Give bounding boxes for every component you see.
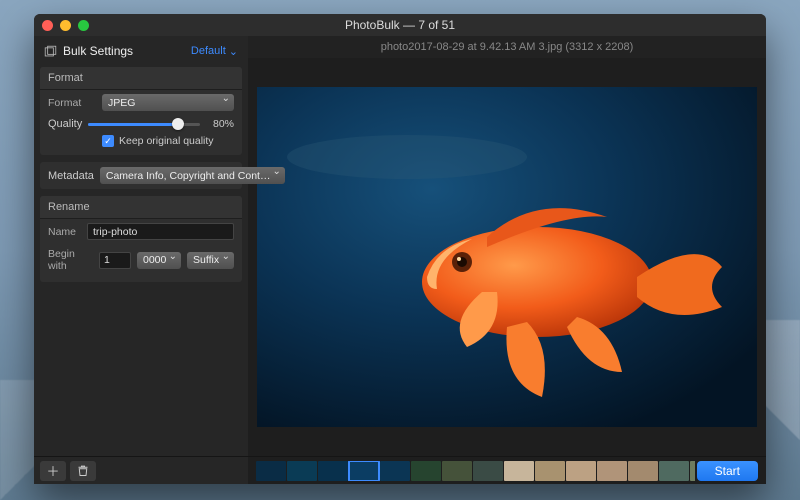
quality-slider[interactable] xyxy=(88,117,200,131)
thumbnail[interactable] xyxy=(566,461,596,481)
quality-value: 80% xyxy=(206,118,234,130)
sidebar: Bulk Settings Default ⌄ Format Format JP… xyxy=(34,36,248,484)
thumbnail[interactable] xyxy=(380,461,410,481)
thumbnail[interactable] xyxy=(504,461,534,481)
bottom-bar: Start xyxy=(248,456,766,484)
keep-original-label: Keep original quality xyxy=(119,135,214,147)
titlebar[interactable]: PhotoBulk — 7 of 51 xyxy=(34,14,766,36)
thumbnail[interactable] xyxy=(256,461,286,481)
chevron-down-icon: ⌄ xyxy=(229,45,238,58)
preview-image xyxy=(257,77,757,437)
name-label: Name xyxy=(48,226,81,238)
padding-select[interactable]: 0000 xyxy=(137,252,181,269)
metadata-select[interactable]: Camera Info, Copyright and Cont… xyxy=(100,167,285,184)
preset-label: Default xyxy=(191,45,226,57)
filename-bar: photo2017-08-29 at 9.42.13 AM 3.jpg (331… xyxy=(248,36,766,58)
thumbnail-strip[interactable] xyxy=(256,461,695,481)
thumbnail[interactable] xyxy=(287,461,317,481)
thumbnail[interactable] xyxy=(411,461,441,481)
thumbnail[interactable] xyxy=(597,461,627,481)
sidebar-footer: ＋ xyxy=(34,456,248,484)
start-button[interactable]: Start xyxy=(697,461,758,481)
zoom-icon[interactable] xyxy=(78,20,89,31)
quality-label: Quality xyxy=(48,118,82,130)
format-select[interactable]: JPEG xyxy=(102,94,234,111)
metadata-row: Metadata Camera Info, Copyright and Cont… xyxy=(40,162,242,189)
begin-with-label: Begin with xyxy=(48,248,93,272)
bulk-settings-label: Bulk Settings xyxy=(63,44,133,58)
window-controls xyxy=(42,20,89,31)
thumbnail[interactable] xyxy=(535,461,565,481)
thumbnail[interactable] xyxy=(349,461,379,481)
name-input[interactable] xyxy=(87,223,234,240)
window-title: PhotoBulk — 7 of 51 xyxy=(34,18,766,32)
format-panel: Format Format JPEG Quality 80% xyxy=(40,67,242,155)
thumbnail[interactable] xyxy=(628,461,658,481)
keep-original-checkbox[interactable]: ✓ xyxy=(102,135,114,147)
main-area: photo2017-08-29 at 9.42.13 AM 3.jpg (331… xyxy=(248,36,766,484)
preset-dropdown[interactable]: Default ⌄ xyxy=(191,45,238,58)
thumbnail[interactable] xyxy=(442,461,472,481)
thumbnail[interactable] xyxy=(659,461,689,481)
close-icon[interactable] xyxy=(42,20,53,31)
thumbnail[interactable] xyxy=(473,461,503,481)
thumbnail[interactable] xyxy=(318,461,348,481)
app-window: PhotoBulk — 7 of 51 Bulk Settings Defaul… xyxy=(34,14,766,484)
minimize-icon[interactable] xyxy=(60,20,71,31)
rename-panel: Rename Name Begin with 0000 Suf xyxy=(40,196,242,282)
plus-icon: ＋ xyxy=(46,461,59,480)
format-label: Format xyxy=(48,97,96,109)
metadata-label: Metadata xyxy=(48,170,94,182)
position-select[interactable]: Suffix xyxy=(187,252,234,269)
add-button[interactable]: ＋ xyxy=(40,461,66,481)
thumbnail[interactable] xyxy=(690,461,695,481)
trash-icon xyxy=(77,465,89,477)
bulk-settings-icon xyxy=(44,45,57,58)
format-panel-header: Format xyxy=(40,67,242,90)
delete-button[interactable] xyxy=(70,461,96,481)
rename-panel-header: Rename xyxy=(40,196,242,219)
begin-with-input[interactable] xyxy=(99,252,131,269)
image-preview[interactable] xyxy=(248,58,766,456)
